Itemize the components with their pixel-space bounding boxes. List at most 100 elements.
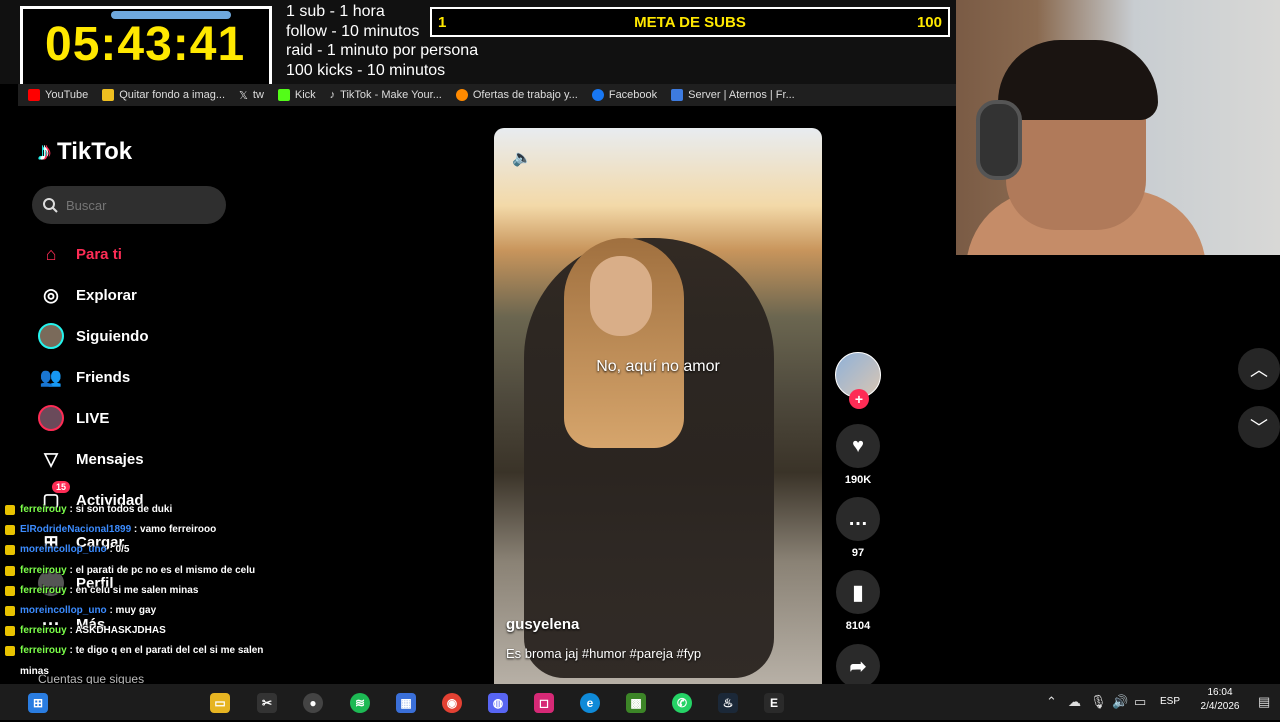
sub-badge-icon xyxy=(5,646,15,657)
home-icon: ⌂ xyxy=(45,243,57,264)
volume-icon[interactable]: 🔊 xyxy=(1112,694,1128,710)
chat-text: : muy gay xyxy=(106,605,157,617)
save-count: 8104 xyxy=(845,620,871,632)
messages-icon: ▽ xyxy=(44,448,58,469)
x-icon: 𝕏 xyxy=(239,89,248,102)
monitor-icon[interactable]: ▭ xyxy=(1134,694,1146,710)
sub-badge-icon xyxy=(5,565,15,576)
tiktok-logo[interactable]: ♪ TikTok xyxy=(38,136,132,167)
live-icon xyxy=(38,405,64,431)
video-description: Es broma jaj #humor #pareja #fyp xyxy=(506,646,702,661)
chevron-up-icon[interactable]: ⌃ xyxy=(1046,694,1057,710)
chat-username[interactable]: ferreirouy xyxy=(20,565,67,576)
store-icon[interactable]: ▦ xyxy=(396,693,416,713)
nav-item-friends[interactable]: 👥 Friends xyxy=(38,361,238,393)
nav-item-live[interactable]: LIVE xyxy=(38,402,238,434)
spotify-icon[interactable]: ≋ xyxy=(350,693,370,713)
sub-badge-icon xyxy=(5,545,15,556)
headset-icon xyxy=(976,100,1022,180)
previous-video-button[interactable]: ︿ xyxy=(1238,348,1280,390)
chat-text: : en celu si me salen minas xyxy=(66,584,199,596)
edge-icon[interactable]: e xyxy=(580,693,600,713)
bookmark-ofertas[interactable]: Ofertas de trabajo y... xyxy=(455,89,578,101)
like-action: ♥ 190K xyxy=(835,424,881,486)
minecraft-icon[interactable]: ▩ xyxy=(626,693,646,713)
like-count: 190K xyxy=(844,474,872,486)
chat-text: : el parati de pc no es el mismo de celu xyxy=(66,564,256,576)
chat-username[interactable]: moreincollop_uno xyxy=(20,544,107,555)
ofertas-icon xyxy=(455,89,468,101)
chat-message: ferreirouy : ASKDHASKJDHAS xyxy=(0,621,300,641)
obs-icon[interactable]: ● xyxy=(303,693,323,713)
nav-item-para-ti[interactable]: ⌂ Para ti xyxy=(38,238,238,270)
sub-goal-target: 100 xyxy=(916,14,942,31)
video-player[interactable]: 🔈 No, aquí no amor gusyelena Es broma ja… xyxy=(494,128,822,684)
next-video-button[interactable]: ﹀ xyxy=(1238,406,1280,448)
bookmark-facebook[interactable]: Facebook xyxy=(591,89,657,101)
video-username[interactable]: gusyelena xyxy=(506,616,579,633)
sub-badge-icon xyxy=(5,525,15,536)
webcam-hair xyxy=(998,40,1158,120)
bookmark-aternos[interactable]: Server | Aternos | Fr... xyxy=(671,89,795,101)
search-box[interactable] xyxy=(32,186,226,224)
discord-icon[interactable]: ◍ xyxy=(488,693,508,713)
sub-goal-bar: 1 META DE SUBS 100 xyxy=(430,7,950,37)
windows-start-icon[interactable]: ⊞ xyxy=(28,693,48,713)
chat-username[interactable]: ferreirouy xyxy=(20,645,67,656)
chat-username[interactable]: ferreirouy xyxy=(20,625,67,636)
clock-time: 16:04 xyxy=(1207,687,1233,698)
search-input[interactable] xyxy=(66,197,216,213)
share-action: ➦ xyxy=(835,644,881,688)
aternos-icon xyxy=(671,89,684,101)
youtube-icon xyxy=(28,89,40,101)
share-icon[interactable]: ➦ xyxy=(836,644,880,688)
nav-item-siguiendo[interactable]: Siguiendo xyxy=(38,320,238,352)
comment-icon[interactable]: … xyxy=(836,497,880,541)
volume-icon[interactable]: 🔈 xyxy=(512,148,532,168)
cloud-icon[interactable]: ☁ xyxy=(1068,694,1081,710)
remove-bg-icon xyxy=(102,89,115,101)
bookmark-youtube[interactable]: YouTube xyxy=(28,89,88,101)
sub-badge-icon xyxy=(5,626,15,637)
bookmark-remove-bg[interactable]: Quitar fondo a imag... xyxy=(102,89,225,101)
chat-username[interactable]: ferreirouy xyxy=(20,504,67,515)
chat-text: : 0/5 xyxy=(106,544,130,556)
steam-icon[interactable]: ♨ xyxy=(718,693,738,713)
chat-username[interactable]: ElRodrideNacional1899 xyxy=(20,524,131,535)
instagram-icon[interactable]: ◻ xyxy=(534,693,554,713)
facebook-icon xyxy=(591,89,604,101)
sub-goal-title: META DE SUBS xyxy=(634,14,746,31)
bookmark-x[interactable]: 𝕏tw xyxy=(239,89,264,102)
whatsapp-icon[interactable]: ✆ xyxy=(672,693,692,713)
bookmark-kick[interactable]: Kick xyxy=(277,89,316,101)
microphone-icon[interactable]: 🎙 xyxy=(1090,694,1107,710)
chat-username[interactable]: ferreirouy xyxy=(20,585,67,596)
follow-plus-icon[interactable]: + xyxy=(849,389,869,409)
epic-games-icon[interactable]: E xyxy=(764,693,784,713)
chat-message: moreincollop_uno : 0/5 xyxy=(0,540,300,560)
capcut-icon[interactable]: ✂ xyxy=(257,693,277,713)
video-caption: No, aquí no amor xyxy=(596,358,720,375)
chat-message: ferreirouy : te digo q en el parati del … xyxy=(0,641,300,661)
chat-text: minas xyxy=(20,665,49,677)
tiktok-icon: ♪ xyxy=(329,89,336,101)
language-indicator[interactable]: ESP xyxy=(1160,696,1180,707)
nav-item-mensajes[interactable]: ▽ Mensajes xyxy=(38,443,238,475)
chrome-icon[interactable]: ◉ xyxy=(442,693,462,713)
file-explorer-icon[interactable]: ▭ xyxy=(210,693,230,713)
chat-message: moreincollop_uno : muy gay xyxy=(0,601,300,621)
bookmark-tiktok[interactable]: ♪ TikTok - Make Your... xyxy=(330,89,442,101)
chevron-up-icon: ︿ xyxy=(1250,360,1268,380)
chat-message: ferreirouy : el parati de pc no es el mi… xyxy=(0,561,300,581)
bookmark-icon[interactable]: ▮ xyxy=(836,570,880,614)
chat-username[interactable]: moreincollop_uno xyxy=(20,605,107,616)
rule-line: 100 kicks - 10 minutos xyxy=(286,61,446,79)
notification-icon[interactable]: ▤ xyxy=(1258,694,1270,710)
taskbar-clock[interactable]: 16:04 2/4/2026 xyxy=(1192,686,1248,714)
kick-icon xyxy=(277,89,290,101)
heart-icon[interactable]: ♥ xyxy=(836,424,880,468)
timer-value: 05:43:41 xyxy=(45,18,246,71)
chevron-down-icon: ﹀ xyxy=(1250,418,1268,438)
friends-icon: 👥 xyxy=(39,366,63,387)
nav-item-explorar[interactable]: ◎ Explorar xyxy=(38,279,238,311)
